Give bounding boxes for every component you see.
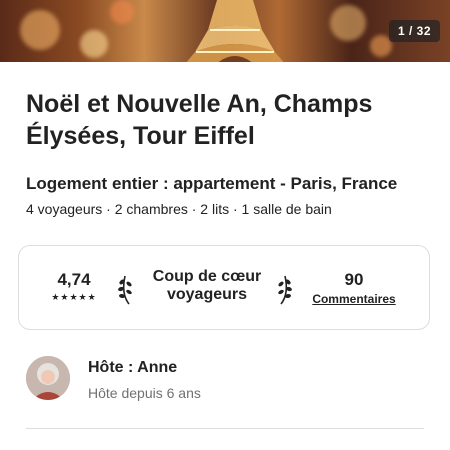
reviews-block[interactable]: 90 Commentaires xyxy=(309,270,399,306)
host-name: Hôte : Anne xyxy=(88,359,178,376)
rating-value: 4,74 xyxy=(57,270,91,289)
eiffel-tower-illustration xyxy=(186,0,284,62)
reviews-link[interactable]: Commentaires xyxy=(309,292,399,306)
listing-title: Noël et Nouvelle An, Champs Élysées, Tou… xyxy=(26,90,373,150)
listing-subtitle: Logement entier : appartement - Paris, F… xyxy=(26,174,398,193)
guest-favorite-label: Coup de cœur voyageurs xyxy=(137,268,277,304)
host-avatar-image xyxy=(26,356,70,400)
image-counter: 1 / 32 xyxy=(388,20,440,42)
laurel-left-icon xyxy=(118,275,132,305)
guest-favorite-line-2: voyageurs xyxy=(166,286,248,303)
laurel-right-icon xyxy=(278,275,292,305)
listing-photo[interactable]: 1 / 32 xyxy=(0,0,450,62)
listing-details: 4 voyageurs · 2 chambres · 2 lits · 1 sa… xyxy=(26,201,332,217)
bokeh-light xyxy=(80,30,108,58)
rating-block: 4,74 ★★★★★ xyxy=(39,270,109,303)
guest-favorite-line-1: Coup de cœur xyxy=(152,268,262,285)
host-avatar[interactable] xyxy=(26,356,70,400)
star-rating: ★★★★★ xyxy=(51,292,97,302)
section-divider xyxy=(26,428,424,429)
bokeh-light xyxy=(330,5,366,41)
bokeh-light xyxy=(20,10,60,50)
host-since: Hôte depuis 6 ans xyxy=(88,385,201,401)
guest-favorite-card: 4,74 ★★★★★ Coup de cœur voyageurs 90 Com… xyxy=(18,245,430,330)
reviews-count: 90 xyxy=(344,270,364,289)
bokeh-light xyxy=(110,0,134,24)
